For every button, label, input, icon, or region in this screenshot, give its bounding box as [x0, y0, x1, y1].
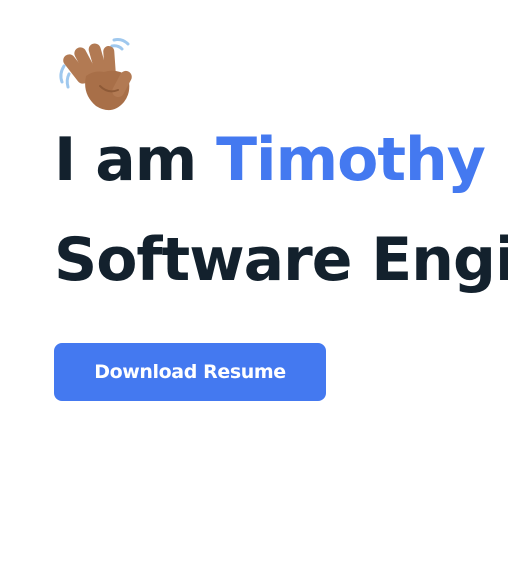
waving-hand-icon [59, 38, 132, 111]
hero-role: Software Engineer [54, 225, 508, 295]
headline-intro: I am Timothy [54, 130, 486, 190]
download-resume-button[interactable]: Download Resume [54, 343, 326, 401]
hero-section: I am Timothy Software Engineer Download … [0, 0, 508, 584]
hero-name: Timothy [216, 125, 486, 195]
headline-prefix: I am [54, 125, 217, 195]
